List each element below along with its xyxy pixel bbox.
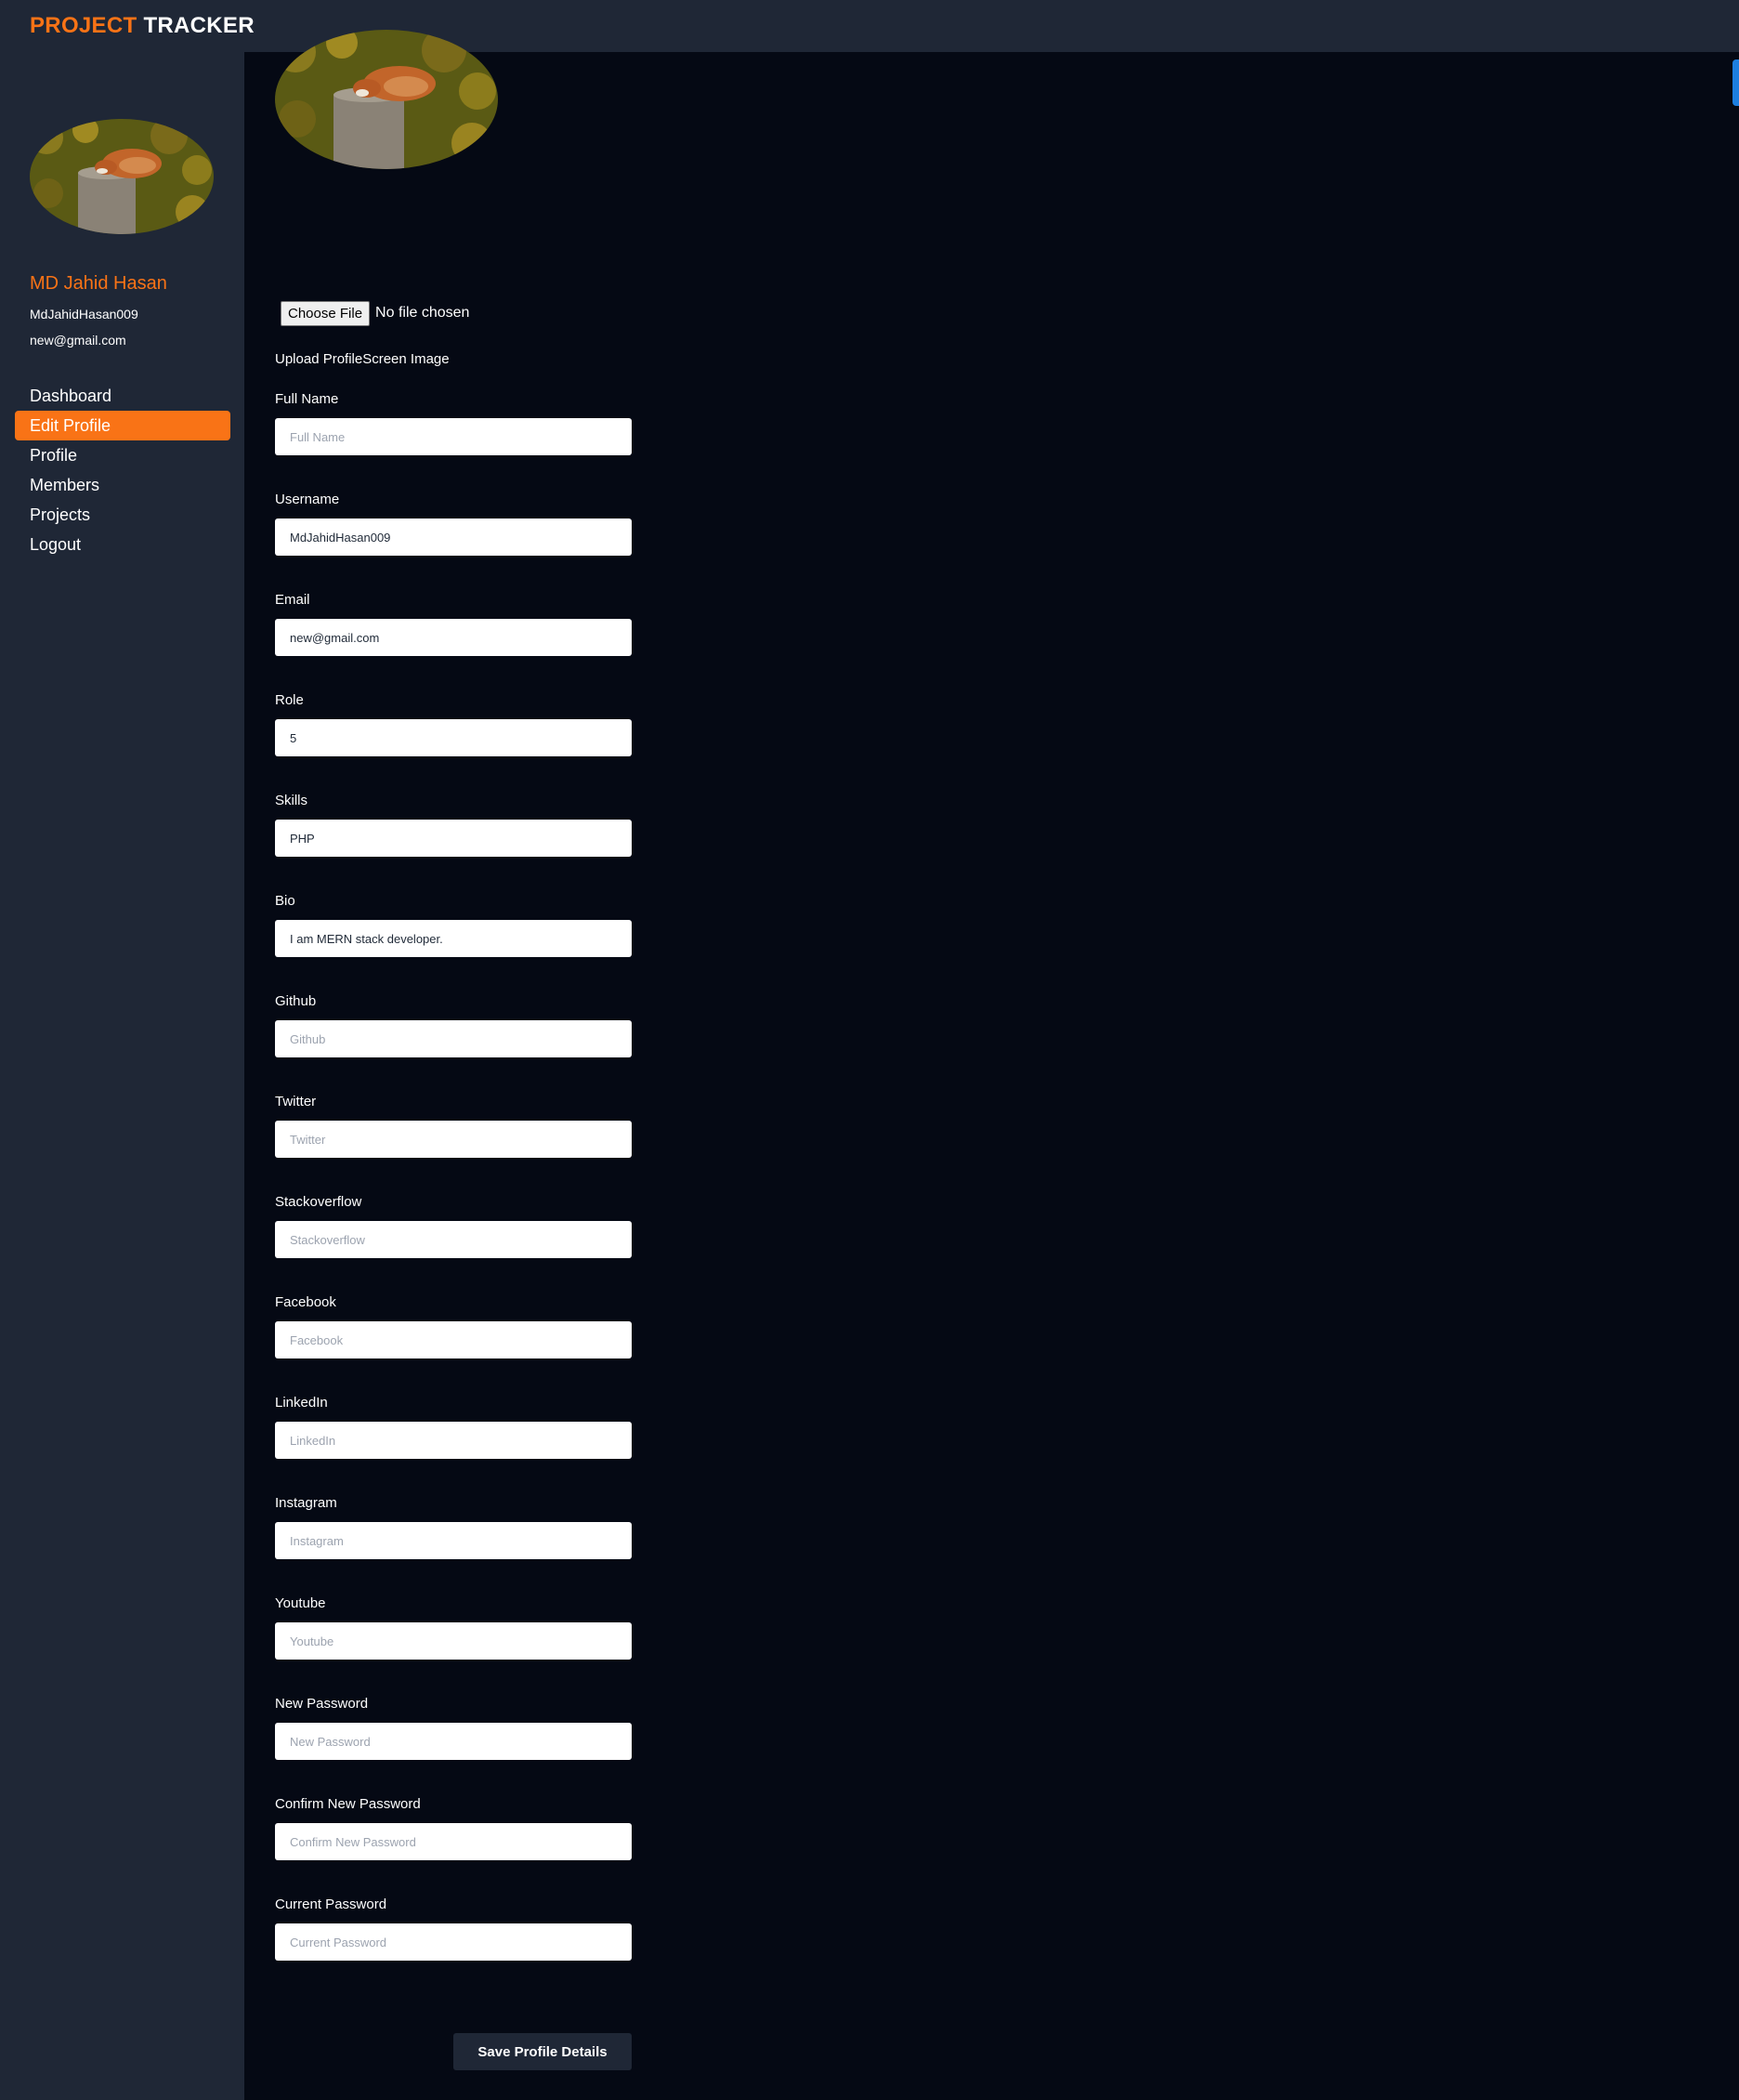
stackoverflow-label: Stackoverflow [275,1194,362,1210]
field-github: Github [275,992,632,1093]
instagram-label: Instagram [275,1495,337,1511]
brand-word-project: PROJECT [30,13,137,38]
nav-item-members[interactable]: Members [15,470,230,500]
field-username: Username [275,491,632,591]
top-bar: PROJECT TRACKER [0,0,1739,52]
field-stackoverflow: Stackoverflow [275,1193,632,1293]
role-label: Role [275,692,304,708]
twitter-label: Twitter [275,1094,317,1109]
nav-item-logout[interactable]: Logout [15,530,230,559]
confirm-password-label: Confirm New Password [275,1796,421,1812]
field-instagram: Instagram [275,1494,632,1595]
field-current-password: Current Password [275,1896,632,1996]
field-skills: Skills [275,792,632,892]
bio-input[interactable] [275,920,632,957]
nav-item-dashboard[interactable]: Dashboard [15,381,230,411]
skills-label: Skills [275,793,308,808]
sidebar-user-name: MD Jahid Hasan [30,273,167,294]
sidebar-email: new@gmail.com [30,333,126,348]
field-bio: Bio [275,892,632,992]
edit-profile-form: Full Name Username Email Role Skills Bio… [275,390,632,1996]
field-email: Email [275,591,632,691]
new-password-input[interactable] [275,1723,632,1760]
sidebar-avatar [30,119,214,234]
username-input[interactable] [275,518,632,556]
youtube-input[interactable] [275,1622,632,1660]
field-confirm-password: Confirm New Password [275,1795,632,1896]
linkedin-input[interactable] [275,1422,632,1459]
full-name-label: Full Name [275,391,339,407]
scrollbar-thumb[interactable] [1732,59,1739,106]
instagram-input[interactable] [275,1522,632,1559]
field-youtube: Youtube [275,1595,632,1695]
upload-image-label: Upload ProfileScreen Image [275,351,450,367]
current-password-input[interactable] [275,1923,632,1961]
sidebar: MD Jahid Hasan MdJahidHasan009 new@gmail… [0,52,244,2100]
nav-item-edit-profile[interactable]: Edit Profile [15,411,230,440]
field-full-name: Full Name [275,390,632,491]
full-name-input[interactable] [275,418,632,455]
sidebar-username: MdJahidHasan009 [30,307,138,322]
file-status-text: No file chosen [375,305,470,321]
field-new-password: New Password [275,1695,632,1795]
twitter-input[interactable] [275,1121,632,1158]
save-profile-button[interactable]: Save Profile Details [453,2033,632,2070]
profile-image-preview [275,30,498,169]
brand-logo[interactable]: PROJECT TRACKER [30,13,255,39]
nav-item-profile[interactable]: Profile [15,440,230,470]
choose-file-button[interactable]: Choose File [281,300,371,326]
field-facebook: Facebook [275,1293,632,1394]
field-linkedin: LinkedIn [275,1394,632,1494]
facebook-label: Facebook [275,1294,336,1310]
current-password-label: Current Password [275,1897,387,1912]
brand-word-tracker: TRACKER [143,13,255,38]
file-upload-control: Choose File No file chosen [281,299,469,327]
skills-input[interactable] [275,820,632,857]
email-input[interactable] [275,619,632,656]
github-input[interactable] [275,1020,632,1057]
role-input[interactable] [275,719,632,756]
confirm-password-input[interactable] [275,1823,632,1860]
youtube-label: Youtube [275,1595,326,1611]
sidebar-nav: Dashboard Edit Profile Profile Members P… [15,381,230,559]
username-label: Username [275,492,340,507]
github-label: Github [275,993,317,1009]
nav-item-projects[interactable]: Projects [15,500,230,530]
field-twitter: Twitter [275,1093,632,1193]
field-role: Role [275,691,632,792]
new-password-label: New Password [275,1696,369,1712]
linkedin-label: LinkedIn [275,1395,328,1411]
facebook-input[interactable] [275,1321,632,1358]
email-label: Email [275,592,310,608]
stackoverflow-input[interactable] [275,1221,632,1258]
bio-label: Bio [275,893,295,909]
